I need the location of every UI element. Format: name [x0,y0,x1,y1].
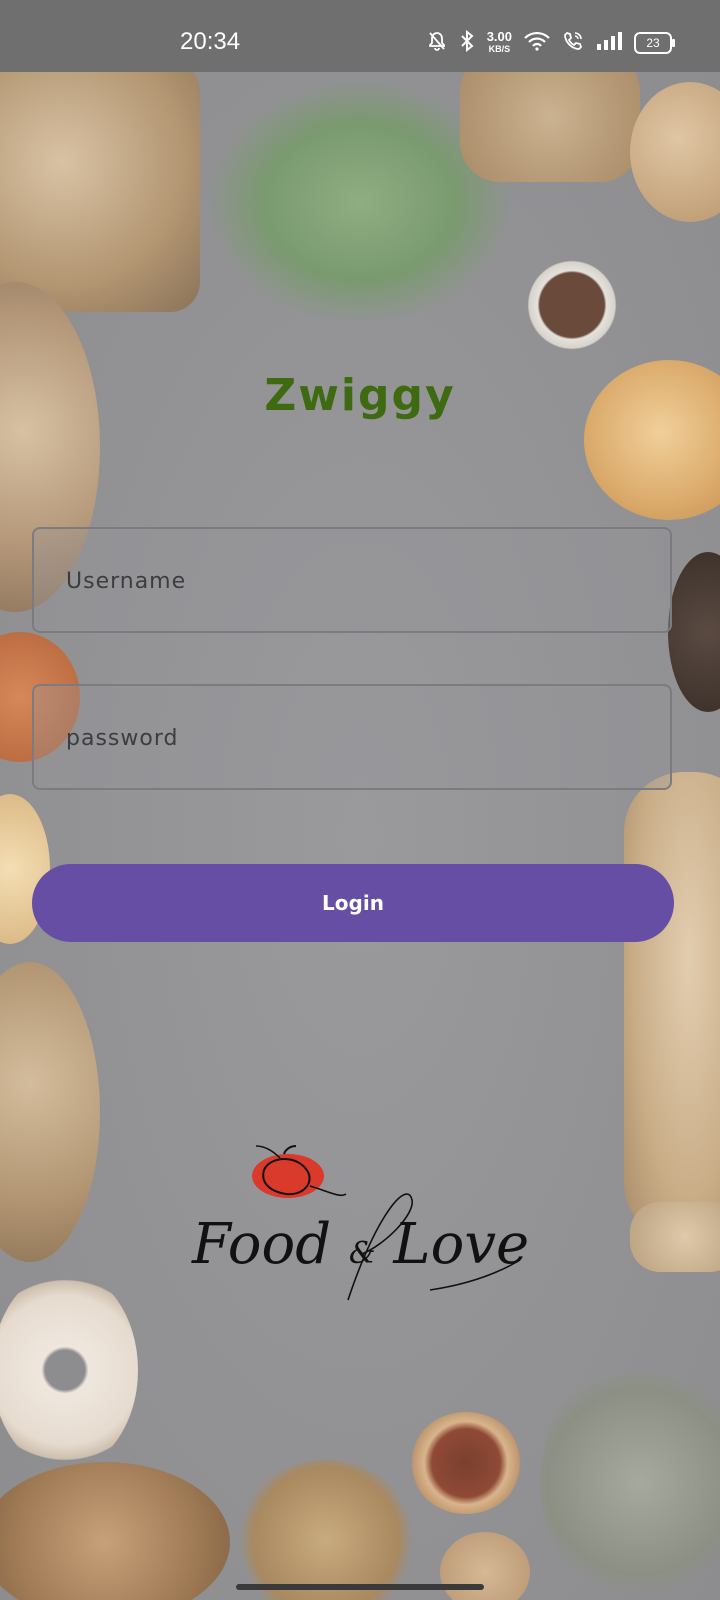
coffee-cup-image [526,250,618,360]
network-speed: 3.00 KB/S [486,29,512,54]
sesame-bagel-right-image [624,772,720,1242]
bun-top-right-image [630,82,720,222]
glazed-donut-image [0,1270,138,1470]
mute-bell-icon [427,31,447,55]
wifi-icon [524,31,550,55]
bread-slices-image [0,72,200,312]
nuts-bowl-image [236,1460,416,1600]
gesture-nav-handle[interactable] [236,1584,484,1590]
username-field-container [32,527,672,633]
bluetooth-icon [459,29,475,56]
food-and-love-logo: Food & Love [180,1140,540,1310]
username-input[interactable] [64,529,638,633]
status-bar: 20:34 3.00 KB/S 23 [0,0,720,72]
status-time: 20:34 [180,28,241,55]
password-field-container [32,684,672,790]
login-button[interactable]: Login [32,864,674,942]
donut-right-image [668,552,720,712]
pastry-top-right-image [460,72,640,182]
status-icons: 3.00 KB/S 23 [427,29,675,56]
bagel-bottom-left-image [0,1462,230,1600]
signal-icon [596,31,622,55]
app-title: Zwiggy [264,370,456,421]
tart-image [410,1412,522,1514]
background-image [0,72,720,1600]
volte-call-icon [562,30,584,56]
logo-text: Food & Love [192,1212,530,1277]
stone-pastry-image [540,1362,720,1600]
battery-icon: 23 [634,32,675,54]
seeded-loaf-left-image [0,962,100,1262]
password-input[interactable] [64,686,638,790]
pastry-stick-right-image [630,1202,720,1272]
